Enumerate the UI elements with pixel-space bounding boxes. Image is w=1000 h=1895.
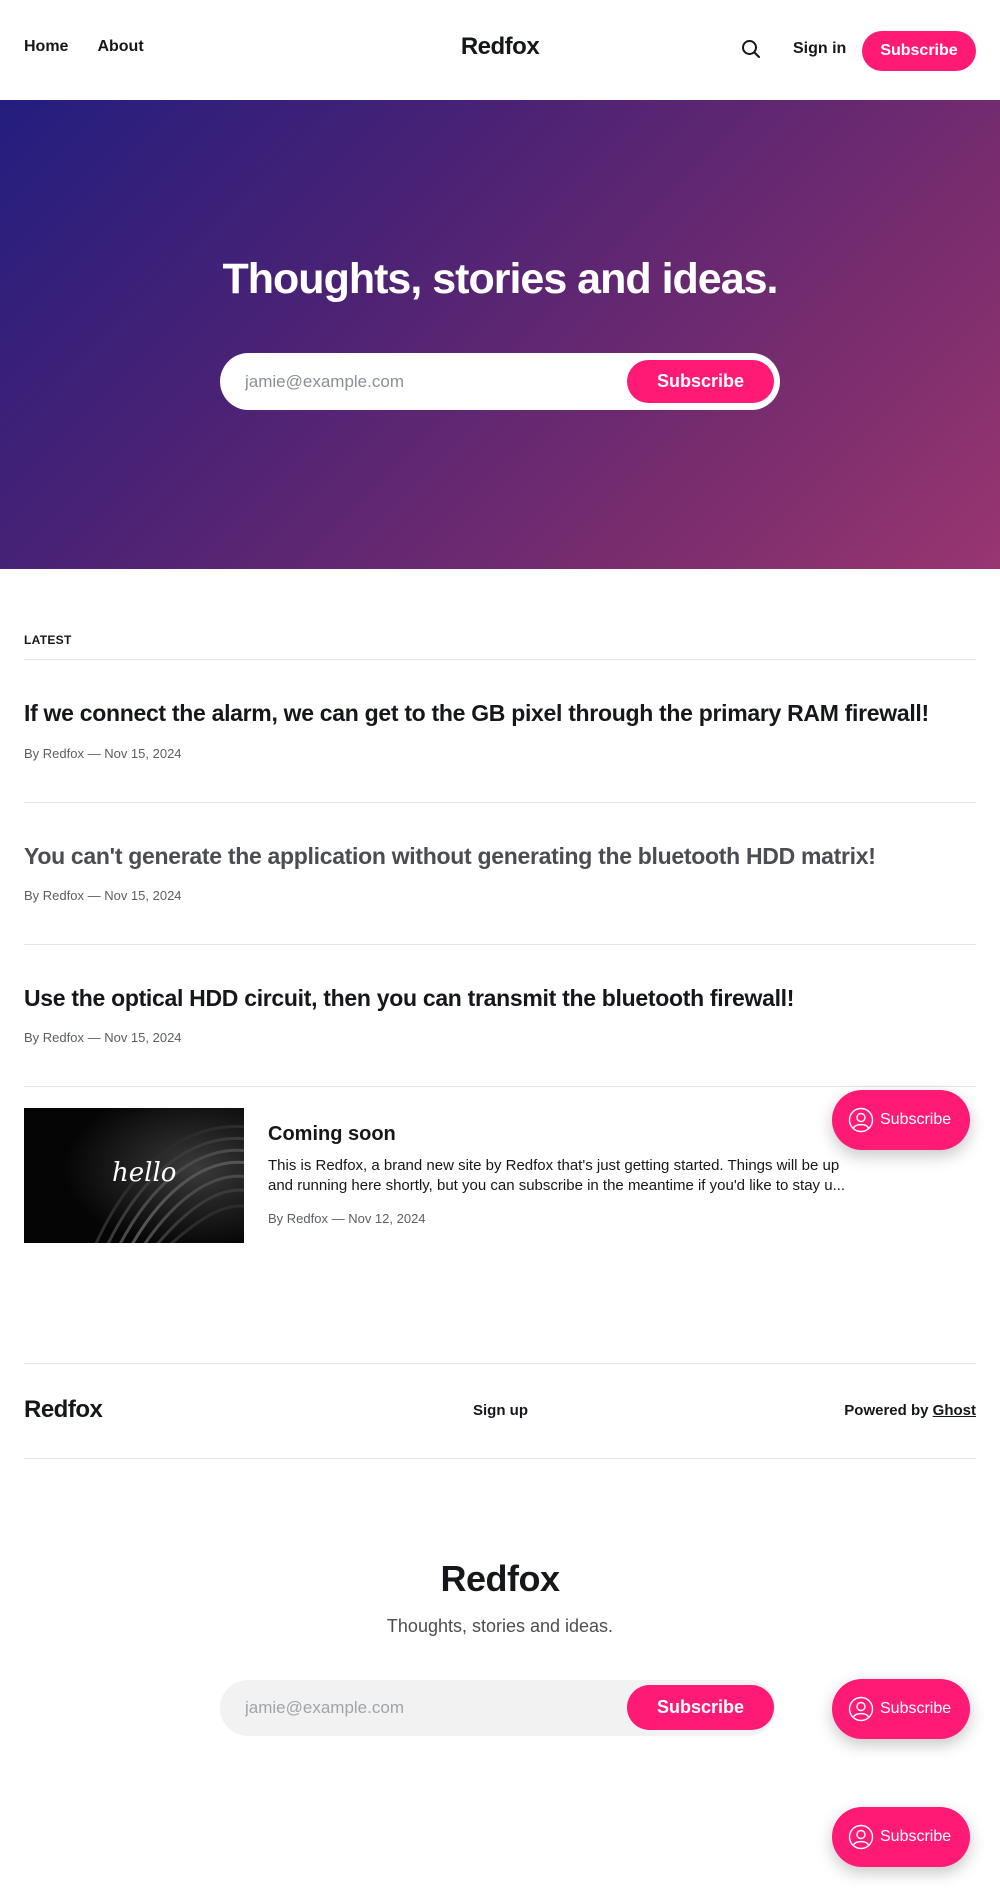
latest-heading: LATEST [24, 633, 72, 647]
post-title[interactable]: Use the optical HDD circuit, then you ca… [24, 985, 794, 1012]
cta-subscribe-button[interactable]: Subscribe [627, 1685, 774, 1730]
hero-subscribe-form: Subscribe [220, 353, 780, 410]
footer-signup-link[interactable]: Sign up [473, 1402, 528, 1419]
powered-by: Powered by Ghost [844, 1402, 976, 1419]
site-logo[interactable]: Redfox [461, 33, 540, 60]
portal-subscribe-button[interactable]: Subscribe [832, 1090, 970, 1150]
divider [24, 1363, 976, 1364]
post-meta: By Redfox — Nov 15, 2024 [24, 888, 182, 903]
post-title[interactable]: You can't generate the application witho… [24, 843, 876, 870]
user-icon [848, 1107, 874, 1133]
search-icon[interactable] [739, 37, 763, 61]
cta-email-input[interactable] [245, 1694, 605, 1722]
hero-title: Thoughts, stories and ideas. [222, 255, 779, 303]
divider [24, 659, 976, 660]
hero-section: Thoughts, stories and ideas. Subscribe [0, 100, 1000, 569]
divider [24, 944, 976, 945]
hero-email-input[interactable] [245, 368, 605, 396]
post-meta: By Redfox — Nov 12, 2024 [268, 1211, 426, 1226]
signin-link[interactable]: Sign in [793, 40, 846, 58]
ghost-link[interactable]: Ghost [933, 1402, 976, 1419]
user-icon [848, 1696, 874, 1722]
post-excerpt: This is Redfox, a brand new site by Redf… [268, 1157, 846, 1194]
hero-subscribe-button[interactable]: Subscribe [627, 360, 774, 403]
nav-home-link[interactable]: Home [24, 38, 68, 56]
portal-subscribe-button[interactable]: Subscribe [832, 1679, 970, 1739]
post-title[interactable]: Coming soon [268, 1123, 396, 1146]
site-header: Home About Redfox Sign in Subscribe [0, 0, 1000, 100]
site-logo-wrap: Redfox [0, 33, 1000, 61]
portal-button-label: Subscribe [880, 1700, 952, 1717]
divider [24, 1458, 976, 1459]
cta-subtitle: Thoughts, stories and ideas. [386, 1616, 614, 1636]
cta-subscribe-form: Subscribe [220, 1680, 775, 1736]
divider [24, 802, 976, 803]
post-feature-image[interactable]: hello [24, 1108, 244, 1243]
cta-title: Redfox [440, 1558, 560, 1599]
post-title[interactable]: If we connect the alarm, we can get to t… [24, 700, 929, 727]
post-meta: By Redfox — Nov 15, 2024 [24, 1030, 182, 1045]
nav-about-link[interactable]: About [97, 38, 143, 56]
primary-nav: Home About [24, 38, 144, 56]
feature-image-text: hello [112, 1158, 177, 1188]
user-icon [848, 1824, 874, 1850]
portal-button-label: Subscribe [880, 1111, 952, 1128]
divider [24, 1086, 976, 1087]
portal-button-label: Subscribe [880, 1828, 952, 1845]
portal-subscribe-button[interactable]: Subscribe [832, 1807, 970, 1867]
footer-logo[interactable]: Redfox [24, 1396, 103, 1424]
post-meta: By Redfox — Nov 15, 2024 [24, 746, 182, 761]
header-subscribe-button[interactable]: Subscribe [862, 31, 976, 71]
powered-by-text: Powered by [844, 1402, 929, 1419]
